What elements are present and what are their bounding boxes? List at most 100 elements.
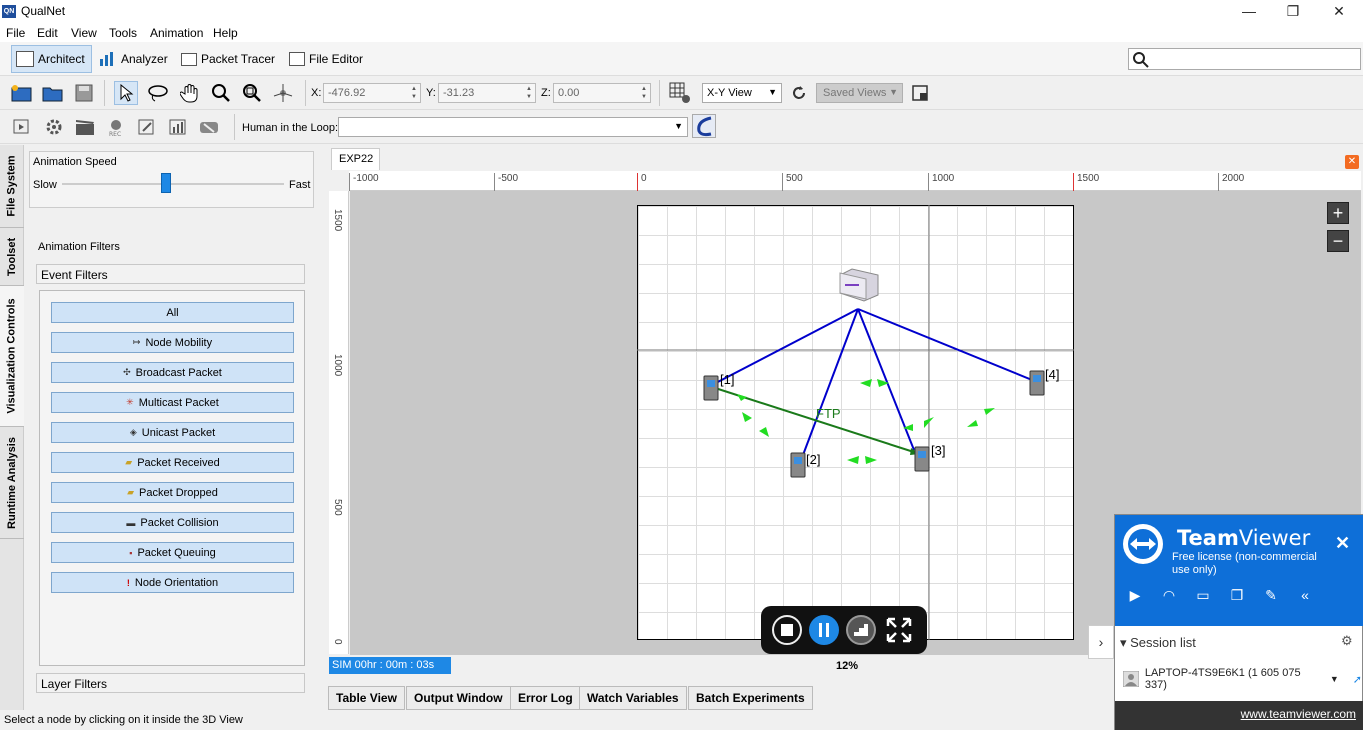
y-coordinate-field[interactable]: -31.23 ▲ ▼	[438, 83, 536, 103]
vertical-ruler: 1500 1000 500 0	[329, 191, 349, 654]
session-device[interactable]: LAPTOP-4TS9E6K1 (1 605 075 337) ▼ ➚	[1123, 667, 1362, 691]
zoom-out-button[interactable]: −	[1327, 230, 1349, 252]
pause-button[interactable]	[809, 615, 839, 645]
gear-icon[interactable]: ⚙	[1341, 633, 1353, 649]
reset-view-button[interactable]	[787, 81, 811, 105]
tab-runtime-analysis[interactable]: Runtime Analysis	[0, 427, 24, 539]
filter-packet-dropped-button[interactable]: ▰ Packet Dropped	[51, 482, 294, 503]
tab-table-view[interactable]: Table View	[328, 686, 405, 710]
layer-filters-header[interactable]: Layer Filters	[36, 673, 305, 693]
save-view-button[interactable]	[908, 81, 932, 105]
zoom-fit-tool[interactable]	[240, 81, 264, 105]
node-3-icon[interactable]	[914, 446, 930, 472]
collapse-icon[interactable]: «	[1295, 587, 1315, 605]
tab-architect[interactable]: Architect	[11, 45, 92, 73]
fullscreen-button[interactable]	[884, 615, 914, 645]
z-spinner[interactable]: ▲ ▼	[639, 85, 649, 101]
magnifier-icon	[212, 84, 230, 102]
teamviewer-link[interactable]: www.teamviewer.com	[1241, 707, 1356, 721]
stats-button[interactable]	[166, 115, 190, 139]
saved-views-select[interactable]: Saved Views ▼	[816, 83, 903, 103]
settings-button[interactable]	[42, 115, 66, 139]
chat-icon[interactable]: ▭	[1193, 587, 1213, 605]
step-button[interactable]	[846, 615, 876, 645]
session-list-header[interactable]: ▾ Session list	[1120, 635, 1196, 651]
y-spinner[interactable]: ▲ ▼	[524, 85, 534, 101]
menu-file[interactable]: File	[6, 26, 25, 40]
stop-button[interactable]	[772, 615, 802, 645]
new-scenario-button[interactable]	[10, 81, 34, 105]
open-button[interactable]	[41, 81, 65, 105]
run-button[interactable]	[10, 115, 34, 139]
tab-toolset[interactable]: Toolset	[0, 228, 24, 286]
filter-broadcast-packet-button[interactable]: ✣ Broadcast Packet	[51, 362, 294, 383]
filter-packet-queuing-button[interactable]: ▪ Packet Queuing	[51, 542, 294, 563]
record-clapper-button[interactable]	[73, 115, 97, 139]
close-button[interactable]: ✕	[1316, 0, 1362, 24]
router-node[interactable]	[839, 268, 879, 302]
teamviewer-name: TeamViewer	[1177, 526, 1311, 550]
x-coordinate-field[interactable]: -476.92 ▲ ▼	[323, 83, 421, 103]
speed-slider-thumb[interactable]	[161, 173, 171, 193]
x-spinner[interactable]: ▲ ▼	[409, 85, 419, 101]
tab-batch-experiments[interactable]: Batch Experiments	[688, 686, 813, 710]
rotate-tool[interactable]	[271, 81, 295, 105]
node-2-icon[interactable]	[790, 452, 806, 478]
grid-settings-button[interactable]	[668, 81, 692, 105]
tab-exp22[interactable]: EXP22	[331, 148, 380, 170]
select-tool[interactable]	[114, 81, 138, 105]
filter-multicast-packet-button[interactable]: ✳ Multicast Packet	[51, 392, 294, 413]
video-icon[interactable]: ▶	[1125, 587, 1145, 605]
filter-packet-collision-button[interactable]: ▬ Packet Collision	[51, 512, 294, 533]
event-filters-header[interactable]: Event Filters	[36, 264, 305, 284]
ruler-tick: 2000	[1218, 173, 1244, 191]
menu-help[interactable]: Help	[213, 26, 238, 40]
tab-analyzer[interactable]: Analyzer	[94, 45, 175, 73]
node-4-icon[interactable]	[1029, 370, 1045, 396]
node-1-icon[interactable]	[703, 375, 719, 401]
maximize-button[interactable]: ❐	[1270, 0, 1316, 24]
save-button[interactable]	[72, 81, 96, 105]
eraser-button[interactable]	[197, 115, 221, 139]
minimize-button[interactable]: —	[1226, 0, 1272, 24]
tab-file-system[interactable]: File System	[0, 145, 24, 228]
fullscreen-icon	[886, 617, 912, 643]
record-button[interactable]: REC	[104, 115, 128, 139]
headset-icon[interactable]: ◠	[1159, 587, 1179, 605]
node-orientation-icon: !	[126, 577, 130, 588]
edit-button[interactable]	[135, 115, 159, 139]
zoom-tool[interactable]	[209, 81, 233, 105]
teamviewer-close-icon[interactable]: ✕	[1335, 533, 1350, 554]
node-1-label: [1]	[720, 372, 735, 387]
teamviewer-expand-button[interactable]: ›	[1088, 625, 1114, 659]
menu-edit[interactable]: Edit	[37, 26, 58, 40]
filter-node-orientation-button[interactable]: ! Node Orientation	[51, 572, 294, 593]
files-icon[interactable]: ❐	[1227, 587, 1247, 605]
close-editor-icon[interactable]: ✕	[1345, 155, 1359, 169]
filter-unicast-packet-button[interactable]: ◈ Unicast Packet	[51, 422, 294, 443]
tab-visualization-controls[interactable]: Visualization Controls	[0, 286, 24, 427]
hitl-command-input[interactable]: ▼	[338, 117, 688, 137]
z-coordinate-field[interactable]: 0.00 ▲ ▼	[553, 83, 651, 103]
cursor-icon	[120, 84, 134, 102]
pan-tool[interactable]	[178, 81, 202, 105]
lasso-tool[interactable]	[146, 81, 170, 105]
tab-packet-tracer[interactable]: Packet Tracer	[176, 45, 282, 73]
filter-node-mobility-button[interactable]: ↦ Node Mobility	[51, 332, 294, 353]
tab-output-window[interactable]: Output Window	[406, 686, 511, 710]
speed-slider-track[interactable]	[62, 183, 284, 185]
filter-packet-received-button[interactable]: ▰ Packet Received	[51, 452, 294, 473]
tab-file-editor[interactable]: File Editor	[284, 45, 370, 73]
menu-animation[interactable]: Animation	[150, 26, 203, 40]
whiteboard-icon[interactable]: ✎	[1261, 587, 1281, 605]
view-mode-select[interactable]: X-Y View ▼	[702, 83, 782, 103]
zoom-in-button[interactable]: +	[1327, 202, 1349, 224]
tab-error-log[interactable]: Error Log	[510, 686, 581, 710]
search-input[interactable]	[1153, 51, 1353, 67]
menu-view[interactable]: View	[71, 26, 97, 40]
tab-watch-variables[interactable]: Watch Variables	[579, 686, 687, 710]
hitl-submit-button[interactable]	[692, 114, 716, 138]
menu-tools[interactable]: Tools	[109, 26, 137, 40]
filter-all-button[interactable]: All	[51, 302, 294, 323]
global-search[interactable]	[1128, 48, 1361, 70]
